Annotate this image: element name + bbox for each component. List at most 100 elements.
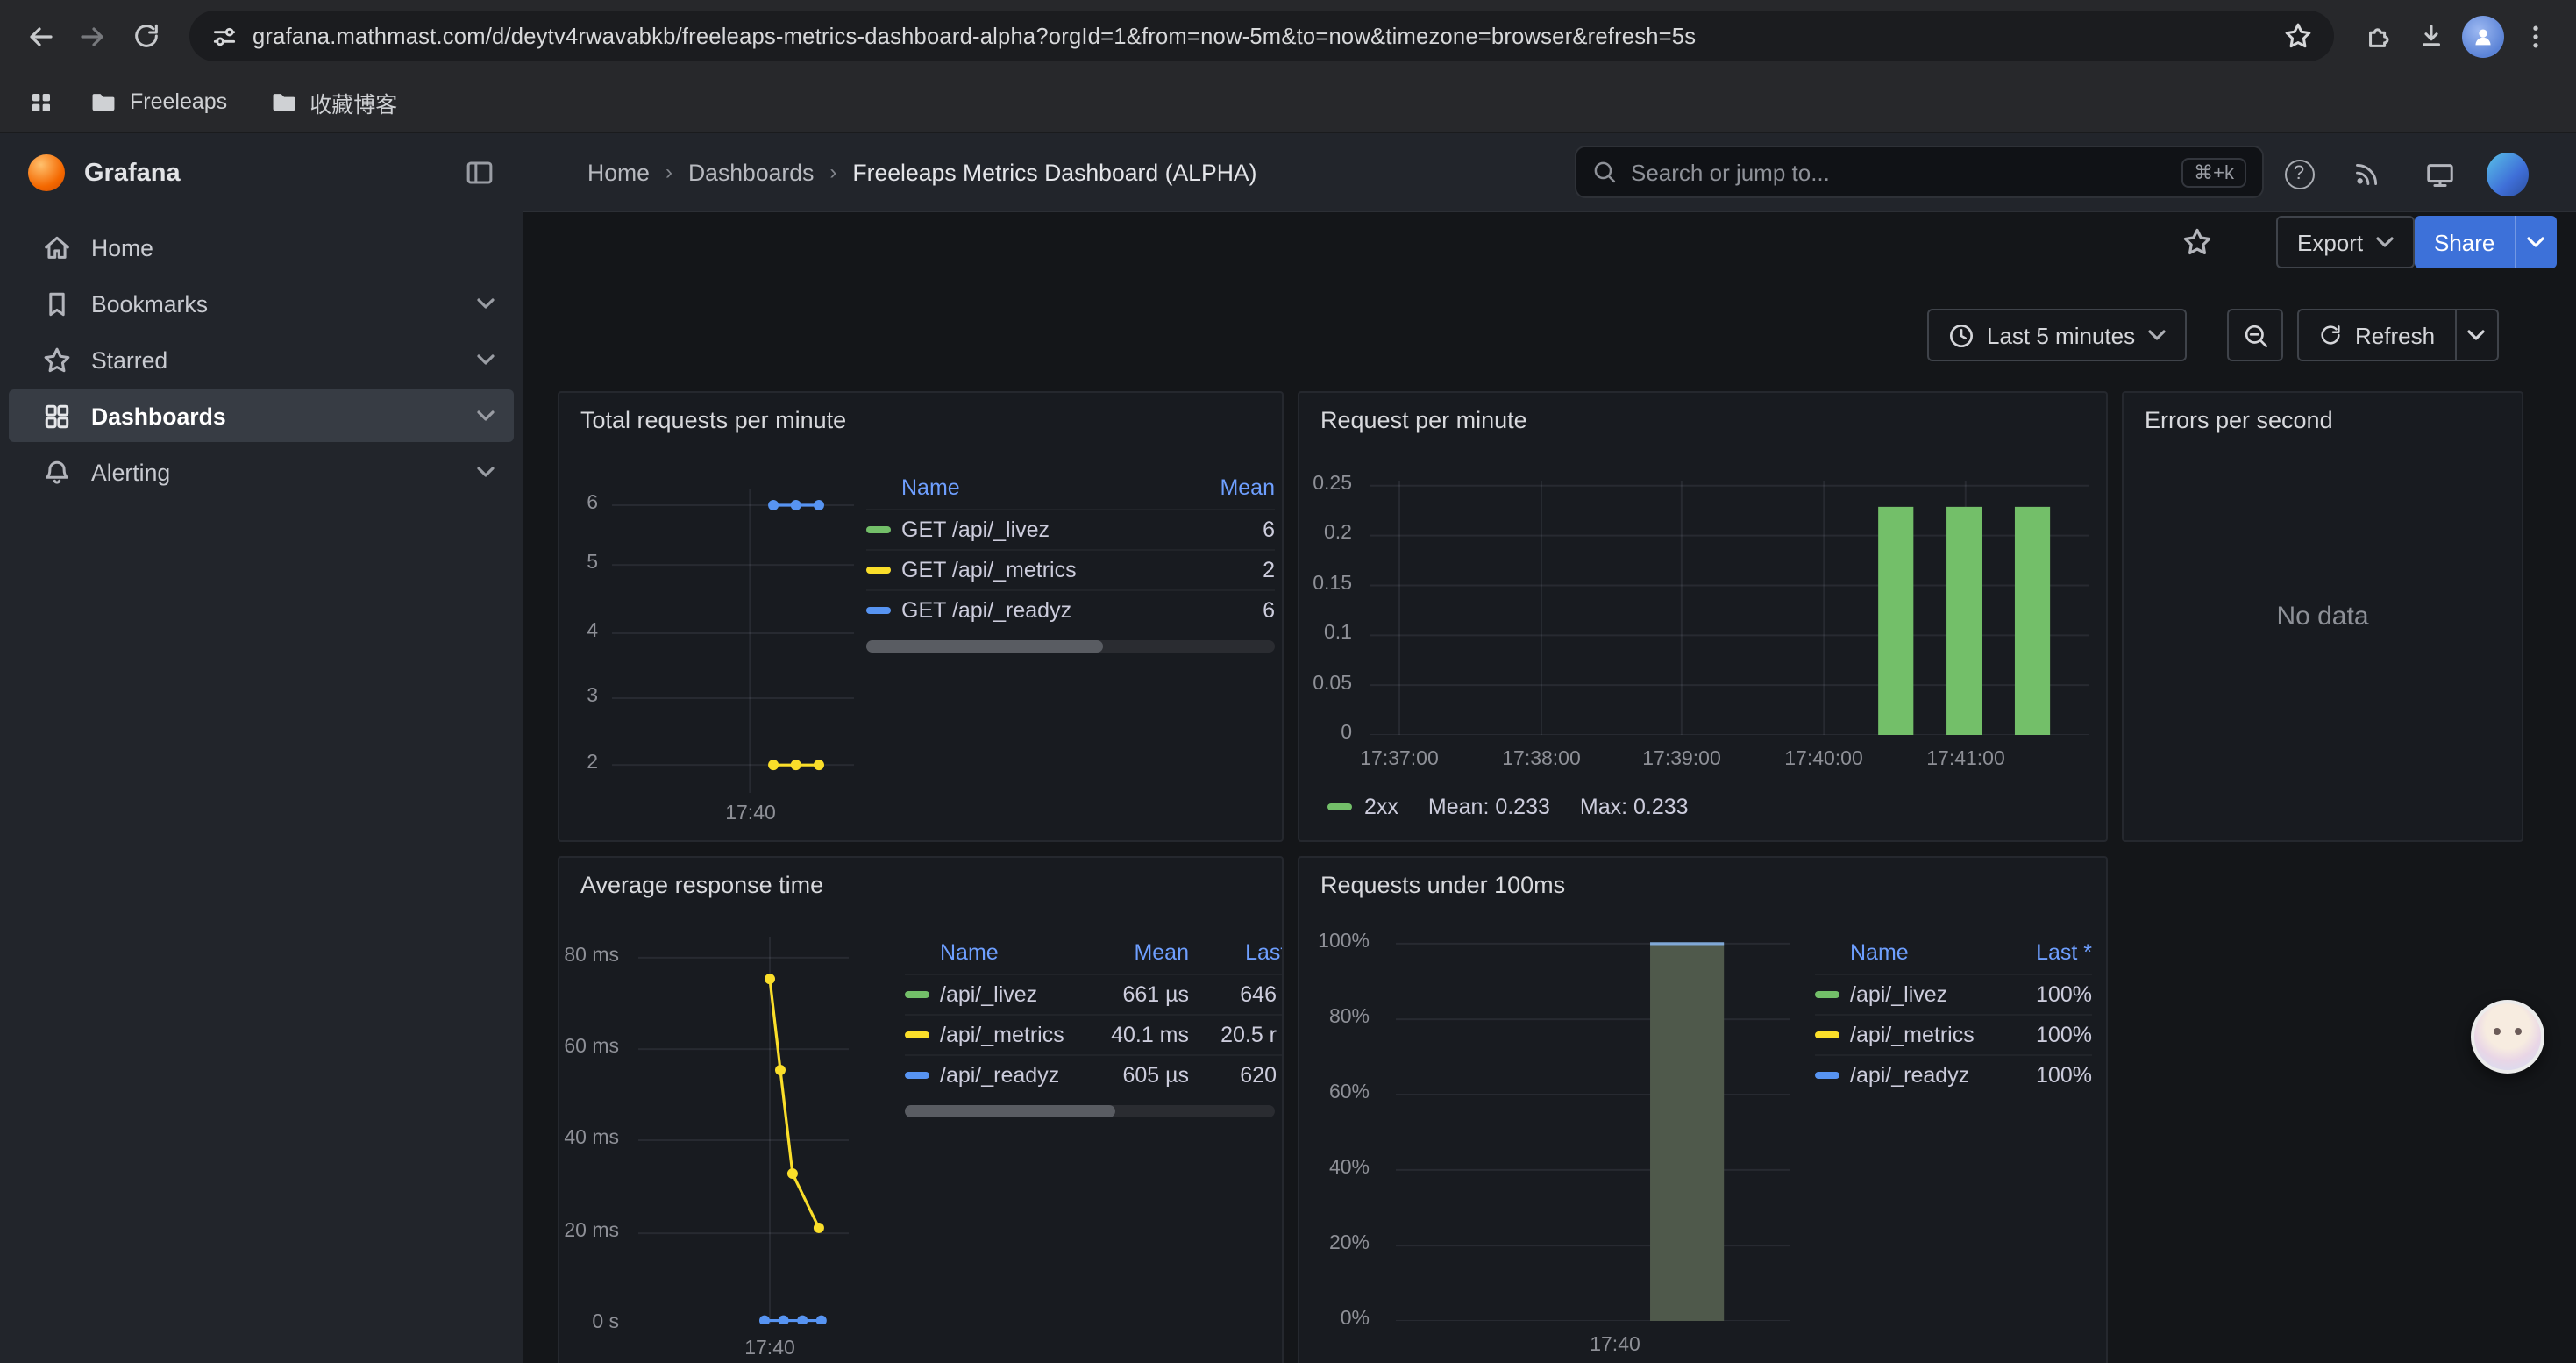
bookmark-folder-blogs[interactable]: 收藏博客 <box>253 79 413 125</box>
sidebar-item-alerting[interactable]: Alerting <box>9 446 514 498</box>
legend-header-last[interactable]: Last * <box>2001 940 2092 965</box>
y-axis: 0.25 0.2 0.15 0.1 0.05 0 <box>1299 393 1359 814</box>
chevron-down-icon[interactable] <box>477 298 495 309</box>
shortcut-chip: ⌘+k <box>2181 157 2246 187</box>
legend-row[interactable]: GET /api/_readyz6 <box>866 589 1275 630</box>
timeseries-chart[interactable] <box>612 489 854 793</box>
breadcrumb-dashboards[interactable]: Dashboards <box>688 159 814 185</box>
legend-header-mean[interactable]: Mean <box>1187 475 1275 500</box>
bookmark-label: 收藏博客 <box>310 85 397 118</box>
back-button[interactable] <box>14 10 67 62</box>
clock-icon <box>1948 322 1975 348</box>
kiosk-monitor-icon[interactable] <box>2418 153 2460 195</box>
bar-chart[interactable] <box>1396 937 1790 1321</box>
legend-row[interactable]: GET /api/_livez6 <box>866 509 1275 549</box>
bookmark-folder-freeleaps[interactable]: Freeleaps <box>74 79 243 125</box>
favorite-star-icon[interactable] <box>2181 226 2213 258</box>
legend-header-name[interactable]: Name <box>940 940 1087 965</box>
url-text: grafana.mathmast.com/d/deytv4rwavabkb/fr… <box>253 23 2269 49</box>
search-input[interactable] <box>1631 159 2167 185</box>
series-swatch <box>866 567 891 574</box>
legend-row[interactable]: /api/_metrics40.1 ms20.5 r <box>905 1014 1284 1054</box>
series-swatch <box>905 1072 929 1079</box>
time-range-picker[interactable]: Last 5 minutes <box>1927 309 2186 361</box>
x-axis-tick: 17:41:00 <box>1926 749 2005 770</box>
chevron-down-icon[interactable] <box>477 410 495 421</box>
sidebar-item-bookmarks[interactable]: Bookmarks <box>9 277 514 330</box>
zoom-out-icon <box>2242 322 2268 348</box>
chevron-down-icon[interactable] <box>477 467 495 477</box>
bar-chart[interactable] <box>1370 481 2089 735</box>
sidebar-toggle-icon[interactable] <box>465 158 495 188</box>
legend-row[interactable]: GET /api/_metrics2 <box>866 549 1275 589</box>
legend-header-name[interactable]: Name <box>901 475 1187 500</box>
series-swatch <box>1327 803 1352 810</box>
folder-icon <box>89 88 117 116</box>
legend-row[interactable]: /api/_readyz100% <box>1815 1054 2092 1095</box>
series-swatch <box>866 526 891 533</box>
x-axis-tick: 17:40 <box>725 803 776 824</box>
legend-header-last[interactable]: Last * <box>1189 940 1284 965</box>
sidebar-item-dashboards[interactable]: Dashboards <box>9 389 514 442</box>
sidebar-item-home[interactable]: Home <box>9 221 514 274</box>
legend-header-name[interactable]: Name <box>1850 940 2001 965</box>
extensions-icon[interactable] <box>2352 10 2404 62</box>
x-axis-tick: 17:40 <box>744 1338 795 1359</box>
scrollbar-thumb[interactable] <box>866 640 1103 653</box>
legend-scrollbar[interactable] <box>866 640 1275 653</box>
chevron-down-icon[interactable] <box>2514 216 2556 268</box>
home-icon <box>42 232 72 262</box>
breadcrumb-separator: › <box>829 160 836 184</box>
forward-button[interactable] <box>67 10 119 62</box>
legend-row[interactable]: /api/_livez100% <box>1815 974 2092 1014</box>
site-settings-icon[interactable] <box>210 22 238 50</box>
timeseries-chart[interactable] <box>638 937 849 1324</box>
series-swatch <box>1815 1072 1839 1079</box>
news-rss-icon[interactable] <box>2346 153 2388 195</box>
y-axis: 6 5 4 3 2 <box>559 393 605 814</box>
series-swatch <box>905 991 929 998</box>
chevron-down-icon[interactable] <box>2454 310 2496 360</box>
series-swatch <box>1815 991 1839 998</box>
legend-header-mean[interactable]: Mean <box>1087 940 1189 965</box>
browser-toolbar: grafana.mathmast.com/d/deytv4rwavabkb/fr… <box>0 0 2576 72</box>
bookmark-star-icon[interactable] <box>2283 21 2313 51</box>
zoom-out-button[interactable] <box>2227 309 2283 361</box>
scrollbar-thumb[interactable] <box>905 1105 1116 1117</box>
bookmark-icon <box>42 289 72 318</box>
panel-average-response-time: Average response time 80 ms 60 ms 40 ms … <box>558 856 1284 1363</box>
profile-button[interactable] <box>2457 10 2509 62</box>
legend-row[interactable]: /api/_metrics100% <box>1815 1014 2092 1054</box>
chevron-down-icon[interactable] <box>477 354 495 365</box>
export-button[interactable]: Export <box>2276 216 2414 268</box>
legend: 2xx Mean: 0.233 Max: 0.233 <box>1327 795 1689 819</box>
legend-row[interactable]: /api/_livez661 µs646 <box>905 974 1284 1014</box>
share-button[interactable]: Share <box>2415 216 2556 268</box>
downloads-icon[interactable] <box>2404 10 2457 62</box>
refresh-button[interactable]: Refresh <box>2297 309 2498 361</box>
panel-title[interactable]: Total requests per minute <box>580 407 846 433</box>
x-axis-tick: 17:39:00 <box>1642 749 1721 770</box>
breadcrumb-separator: › <box>665 160 672 184</box>
x-axis-tick: 17:38:00 <box>1502 749 1581 770</box>
breadcrumb-home[interactable]: Home <box>587 159 650 185</box>
chevron-down-icon <box>2375 237 2393 247</box>
legend-row[interactable]: /api/_readyz605 µs620 <box>905 1054 1284 1095</box>
legend-scrollbar[interactable] <box>905 1105 1275 1117</box>
sidebar-item-starred[interactable]: Starred <box>9 333 514 386</box>
user-avatar[interactable] <box>2487 153 2529 195</box>
assistant-avatar-button[interactable] <box>2471 1000 2544 1074</box>
reload-button[interactable] <box>119 10 172 62</box>
help-icon: ? <box>2284 159 2314 189</box>
url-bar[interactable]: grafana.mathmast.com/d/deytv4rwavabkb/fr… <box>189 11 2334 61</box>
apps-grid-icon[interactable] <box>18 79 63 125</box>
legend-series[interactable]: 2xx <box>1364 795 1398 819</box>
grafana-logo[interactable] <box>28 154 65 191</box>
browser-window: grafana.mathmast.com/d/deytv4rwavabkb/fr… <box>0 0 2576 1363</box>
search-box[interactable]: ⌘+k <box>1575 146 2264 198</box>
breadcrumb-current: Freeleaps Metrics Dashboard (ALPHA) <box>852 159 1256 185</box>
refresh-icon <box>2318 323 2343 347</box>
help-button[interactable]: ? <box>2278 153 2320 195</box>
profile-avatar <box>2462 15 2504 57</box>
browser-menu-icon[interactable] <box>2509 10 2562 62</box>
